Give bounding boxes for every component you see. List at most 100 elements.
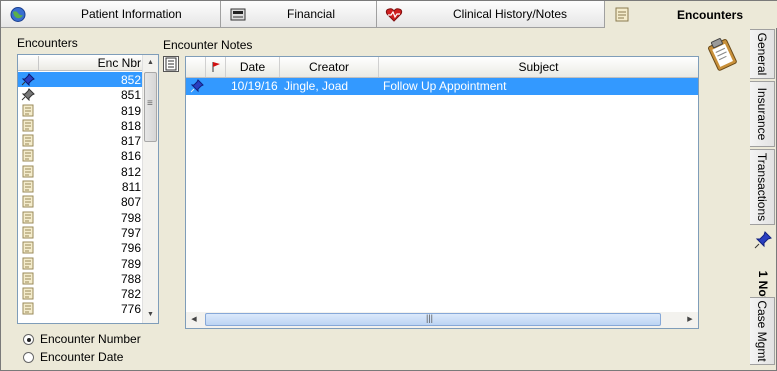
tab-label: Financial	[287, 7, 336, 21]
side-tab-bar: General Insurance Transactions 1 Note Ca…	[750, 29, 776, 369]
encounter-number: 816	[120, 149, 141, 164]
form-icon	[22, 134, 34, 147]
encounter-row[interactable]: 817	[18, 133, 143, 148]
side-tab-insurance[interactable]: Insurance	[750, 81, 775, 147]
encounter-number: 797	[120, 225, 141, 240]
pushpin-icon	[754, 231, 772, 249]
encounter-number: 852	[120, 73, 141, 87]
sort-by-date-option[interactable]: Encounter Date	[23, 350, 123, 364]
radio-encounter-date[interactable]	[23, 351, 34, 363]
encounter-notes-grid[interactable]: Date Creator Subject 10/19/16 Jingle, Jo…	[185, 56, 699, 329]
scroll-left-arrow-icon[interactable]: ◀	[186, 312, 202, 328]
side-tab-label: Case Mgmt	[755, 300, 769, 362]
form-icon	[22, 149, 34, 162]
scroll-thumb[interactable]	[144, 72, 157, 142]
form-icon	[22, 104, 34, 117]
notes-list-icon	[165, 57, 177, 71]
encounter-row[interactable]: 789	[18, 256, 143, 271]
side-tab-case-mgmt[interactable]: Case Mgmt	[750, 297, 775, 365]
encounter-row[interactable]: 852	[18, 72, 143, 88]
enc-nbr-column-header[interactable]: Enc Nbr	[98, 56, 141, 70]
subject-column-header[interactable]: Subject	[379, 57, 698, 77]
notes-icon-column-header	[186, 57, 206, 77]
radio-label: Encounter Number	[40, 332, 141, 346]
encounters-rows: 852 851 819 818 817 816 812 811 807 798 797 796 789 7…	[18, 72, 143, 317]
creator-column-header[interactable]: Creator	[280, 57, 379, 77]
heart-icon	[385, 8, 403, 22]
encounter-number: 782	[120, 287, 141, 302]
encounters-list[interactable]: Enc Nbr 852 851 819 818 817 816 812 811 807 798 79…	[17, 54, 159, 324]
encounter-row[interactable]: 807	[18, 194, 143, 209]
encounter-row[interactable]: 818	[18, 118, 143, 133]
encounter-number: 819	[120, 103, 141, 118]
encounter-row[interactable]: 811	[18, 179, 143, 194]
encounter-row[interactable]: 816	[18, 148, 143, 163]
encounter-number: 776	[120, 302, 141, 317]
note-date: 10/19/16	[231, 79, 278, 93]
side-tab-transactions[interactable]: Transactions	[750, 149, 775, 225]
encounter-number: 789	[120, 256, 141, 271]
tab-financial[interactable]: Financial	[221, 1, 377, 28]
sort-by-number-option[interactable]: Encounter Number	[23, 332, 141, 346]
encounter-row[interactable]: 788	[18, 271, 143, 286]
encounter-row[interactable]: 796	[18, 240, 143, 255]
encounter-number: 851	[120, 88, 141, 103]
encounter-number: 796	[120, 241, 141, 256]
red-flag-icon	[212, 62, 220, 72]
form-icon	[22, 211, 34, 224]
encounters-section-label: Encounters	[17, 36, 78, 50]
form-icon	[22, 195, 34, 208]
flag-column-header[interactable]	[206, 57, 226, 77]
encounter-number: 812	[120, 164, 141, 179]
encounter-row[interactable]: 776	[18, 301, 143, 316]
horizontal-scroll-thumb[interactable]	[205, 313, 661, 326]
tab-clinical-history[interactable]: Clinical History/Notes	[377, 1, 605, 28]
encounter-row[interactable]: 851	[18, 87, 143, 102]
encounter-notes-section-label: Encounter Notes	[163, 38, 253, 52]
encounter-number: 817	[120, 134, 141, 149]
pushpin-icon	[21, 73, 35, 86]
radio-label: Encounter Date	[40, 350, 124, 364]
globe-icon	[10, 7, 26, 22]
encounter-number: 811	[121, 180, 141, 195]
note-subject: Follow Up Appointment	[383, 79, 507, 93]
form-icon	[22, 180, 34, 193]
encounters-list-header: Enc Nbr	[18, 55, 143, 71]
encounters-vertical-scrollbar[interactable]: ▲ ▼	[142, 55, 158, 323]
form-icon	[22, 119, 34, 132]
note-row[interactable]: 10/19/16 Jingle, Joad Follow Up Appointm…	[186, 78, 698, 95]
notes-horizontal-scrollbar[interactable]: ◀ ▶	[186, 312, 698, 328]
tab-encounters[interactable]: Encounters	[605, 1, 777, 28]
scroll-up-arrow-icon[interactable]: ▲	[143, 55, 158, 71]
notes-toolbar-button[interactable]	[163, 56, 179, 72]
top-tab-bar: Patient Information Financial Clinical H…	[1, 1, 777, 28]
encounter-number: 788	[120, 271, 141, 286]
encounters-window: Patient Information Financial Clinical H…	[0, 0, 777, 371]
date-column-header[interactable]: Date	[226, 57, 280, 77]
cash-register-icon	[230, 8, 246, 21]
tab-label: Encounters	[677, 7, 744, 22]
encounter-row[interactable]: 819	[18, 103, 143, 118]
clipboard-icon[interactable]	[707, 37, 737, 71]
encounter-row[interactable]: 782	[18, 286, 143, 301]
side-tab-label: Transactions	[755, 152, 769, 222]
encounter-row[interactable]: 797	[18, 225, 143, 240]
scroll-right-arrow-icon[interactable]: ▶	[682, 312, 698, 328]
encounter-row[interactable]: 798	[18, 210, 143, 225]
scroll-down-arrow-icon[interactable]: ▼	[143, 307, 158, 323]
form-icon	[22, 257, 34, 270]
form-icon	[22, 272, 34, 285]
tab-label: Clinical History/Notes	[453, 7, 568, 21]
encounter-number: 818	[120, 118, 141, 133]
encounter-form-icon	[615, 7, 629, 22]
encounter-number: 798	[120, 210, 141, 225]
pushpin-icon	[190, 79, 204, 93]
tab-label: Patient Information	[81, 7, 182, 21]
pushpin-icon	[21, 88, 35, 102]
radio-encounter-number[interactable]	[23, 333, 34, 345]
form-icon	[22, 165, 34, 178]
tab-patient-information[interactable]: Patient Information	[1, 1, 221, 28]
encounter-row[interactable]: 812	[18, 164, 143, 179]
side-tab-general[interactable]: General	[750, 29, 775, 79]
header-divider	[38, 56, 39, 70]
